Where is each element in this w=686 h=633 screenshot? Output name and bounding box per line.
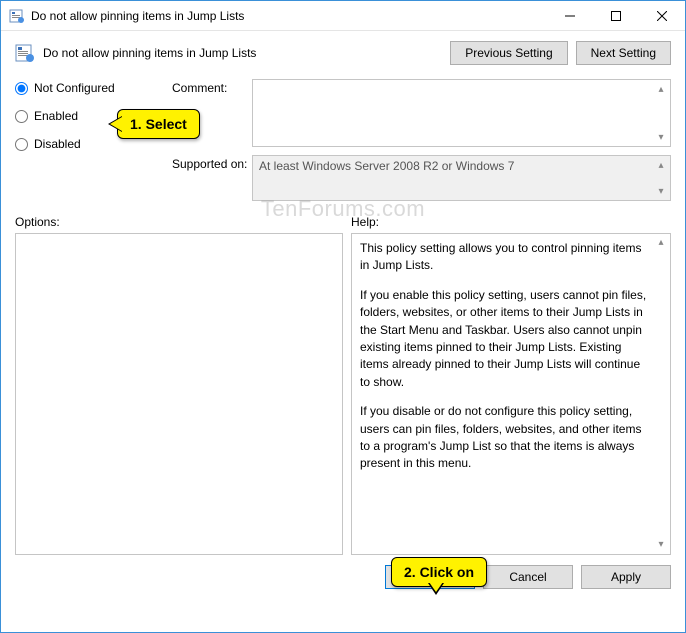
state-radio-group: Not Configured Enabled Disabled xyxy=(15,79,160,209)
help-paragraph: If you enable this policy setting, users… xyxy=(360,287,650,391)
scroll-up-icon[interactable]: ▴ xyxy=(653,81,669,97)
minimize-button[interactable] xyxy=(547,1,593,31)
help-paragraph: This policy setting allows you to contro… xyxy=(360,240,650,275)
scroll-down-icon[interactable]: ▾ xyxy=(653,537,669,553)
next-setting-button[interactable]: Next Setting xyxy=(576,41,671,65)
help-paragraph: If you disable or do not configure this … xyxy=(360,403,650,473)
apply-button[interactable]: Apply xyxy=(581,565,671,589)
radio-not-configured-input[interactable] xyxy=(15,82,28,95)
radio-not-configured-label: Not Configured xyxy=(34,81,115,95)
supported-value: At least Windows Server 2008 R2 or Windo… xyxy=(259,159,514,173)
comment-textarea[interactable]: ▴ ▾ xyxy=(252,79,671,147)
scroll-up-icon[interactable]: ▴ xyxy=(653,235,669,251)
radio-not-configured[interactable]: Not Configured xyxy=(15,81,160,95)
radio-enabled-input[interactable] xyxy=(15,110,28,123)
window-controls xyxy=(547,1,685,31)
cancel-button[interactable]: Cancel xyxy=(483,565,573,589)
supported-label: Supported on: xyxy=(172,155,252,201)
policy-icon xyxy=(9,8,25,24)
options-label: Options: xyxy=(15,215,351,229)
previous-setting-button[interactable]: Previous Setting xyxy=(450,41,567,65)
annotation-text-1: 1. Select xyxy=(130,116,187,132)
radio-disabled-label: Disabled xyxy=(34,137,81,151)
policy-header-icon xyxy=(15,43,35,63)
annotation-callout-1: 1. Select xyxy=(117,109,200,139)
titlebar: Do not allow pinning items in Jump Lists xyxy=(1,1,685,31)
scroll-down-icon[interactable]: ▾ xyxy=(653,129,669,145)
annotation-text-2: 2. Click on xyxy=(404,564,474,580)
radio-disabled-input[interactable] xyxy=(15,138,28,151)
header-row: Do not allow pinning items in Jump Lists… xyxy=(15,41,671,65)
page-title: Do not allow pinning items in Jump Lists xyxy=(43,46,450,60)
close-button[interactable] xyxy=(639,1,685,31)
maximize-button[interactable] xyxy=(593,1,639,31)
help-panel: This policy setting allows you to contro… xyxy=(351,233,671,555)
options-panel xyxy=(15,233,343,555)
annotation-callout-2: 2. Click on xyxy=(391,557,487,587)
scroll-up-icon[interactable]: ▴ xyxy=(653,157,669,173)
scroll-down-icon[interactable]: ▾ xyxy=(653,183,669,199)
radio-enabled-label: Enabled xyxy=(34,109,78,123)
radio-disabled[interactable]: Disabled xyxy=(15,137,160,151)
help-label: Help: xyxy=(351,215,379,229)
supported-textarea: At least Windows Server 2008 R2 or Windo… xyxy=(252,155,671,201)
window-title: Do not allow pinning items in Jump Lists xyxy=(31,9,547,23)
